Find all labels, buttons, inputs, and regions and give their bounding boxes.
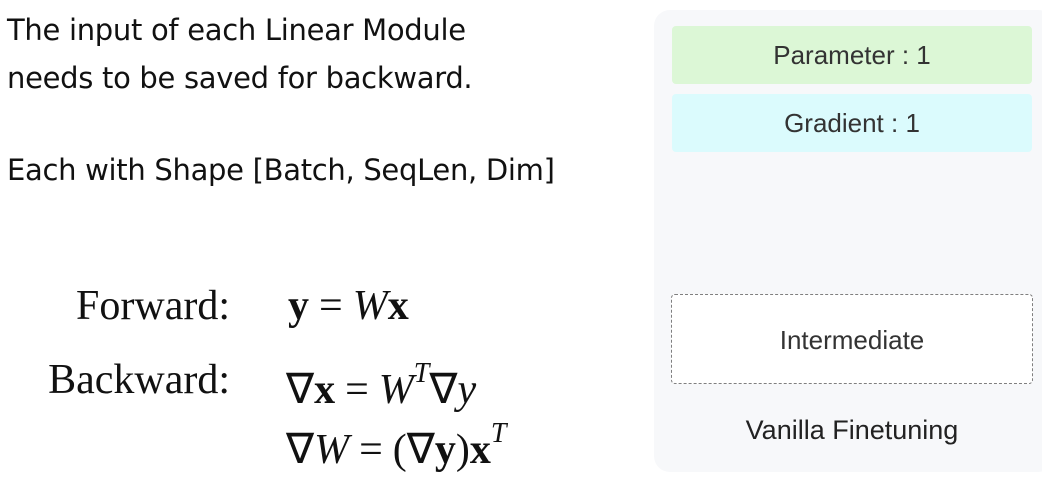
backward-x-y: y xyxy=(457,367,477,413)
memory-breakdown-panel: Parameter : 1 Gradient : 1 Intermediate … xyxy=(654,10,1042,472)
intermediate-block: Intermediate xyxy=(671,294,1033,384)
memory-caption: Vanilla Finetuning xyxy=(745,415,959,445)
backward-label: Backward: xyxy=(48,357,230,403)
backward-x-w: W xyxy=(378,367,414,413)
intro-line-1: The input of each Linear Module xyxy=(7,13,466,47)
backward-w-equals: = xyxy=(359,427,383,473)
backward-equation-row-1: Backward: ∇x = WT∇y xyxy=(0,350,640,413)
backward-x-equals: = xyxy=(345,367,369,413)
backward-w-equation: ∇W = (∇y)xT xyxy=(286,410,506,480)
intro-line-2: needs to be saved for backward. xyxy=(7,61,473,95)
gradient-block: Gradient : 1 xyxy=(672,94,1032,152)
forward-equation-row: Forward: y = Wx xyxy=(0,276,640,336)
backward-w-x: x xyxy=(469,427,491,473)
shape-note: Each with Shape [Batch, SeqLen, Dim] xyxy=(7,153,555,187)
forward-equation: y = Wx xyxy=(288,276,409,336)
forward-equals: = xyxy=(319,283,343,329)
forward-y: y xyxy=(288,283,309,329)
forward-x: x xyxy=(387,283,409,329)
parameter-block: Parameter : 1 xyxy=(672,26,1032,84)
backward-w-transpose: T xyxy=(490,418,507,449)
intro-text: The input of each Linear Module needs to… xyxy=(7,6,473,102)
nabla-y-symbol-2: ∇ xyxy=(406,427,435,473)
open-paren: ( xyxy=(392,427,407,473)
close-paren: ) xyxy=(455,427,470,473)
nabla-x-symbol: ∇ xyxy=(286,367,315,413)
nabla-w-symbol: ∇ xyxy=(286,427,315,473)
backward-equation-row-2: ∇W = (∇y)xT xyxy=(0,410,640,473)
explanation-panel: The input of each Linear Module needs to… xyxy=(0,0,640,487)
forward-label: Forward: xyxy=(76,283,230,329)
backward-x: x xyxy=(314,367,336,413)
backward-w: W xyxy=(314,427,350,473)
forward-w: W xyxy=(352,283,388,329)
nabla-y-symbol: ∇ xyxy=(429,367,458,413)
backward-x-transpose: T xyxy=(413,358,430,389)
backward-w-y: y xyxy=(434,427,456,473)
